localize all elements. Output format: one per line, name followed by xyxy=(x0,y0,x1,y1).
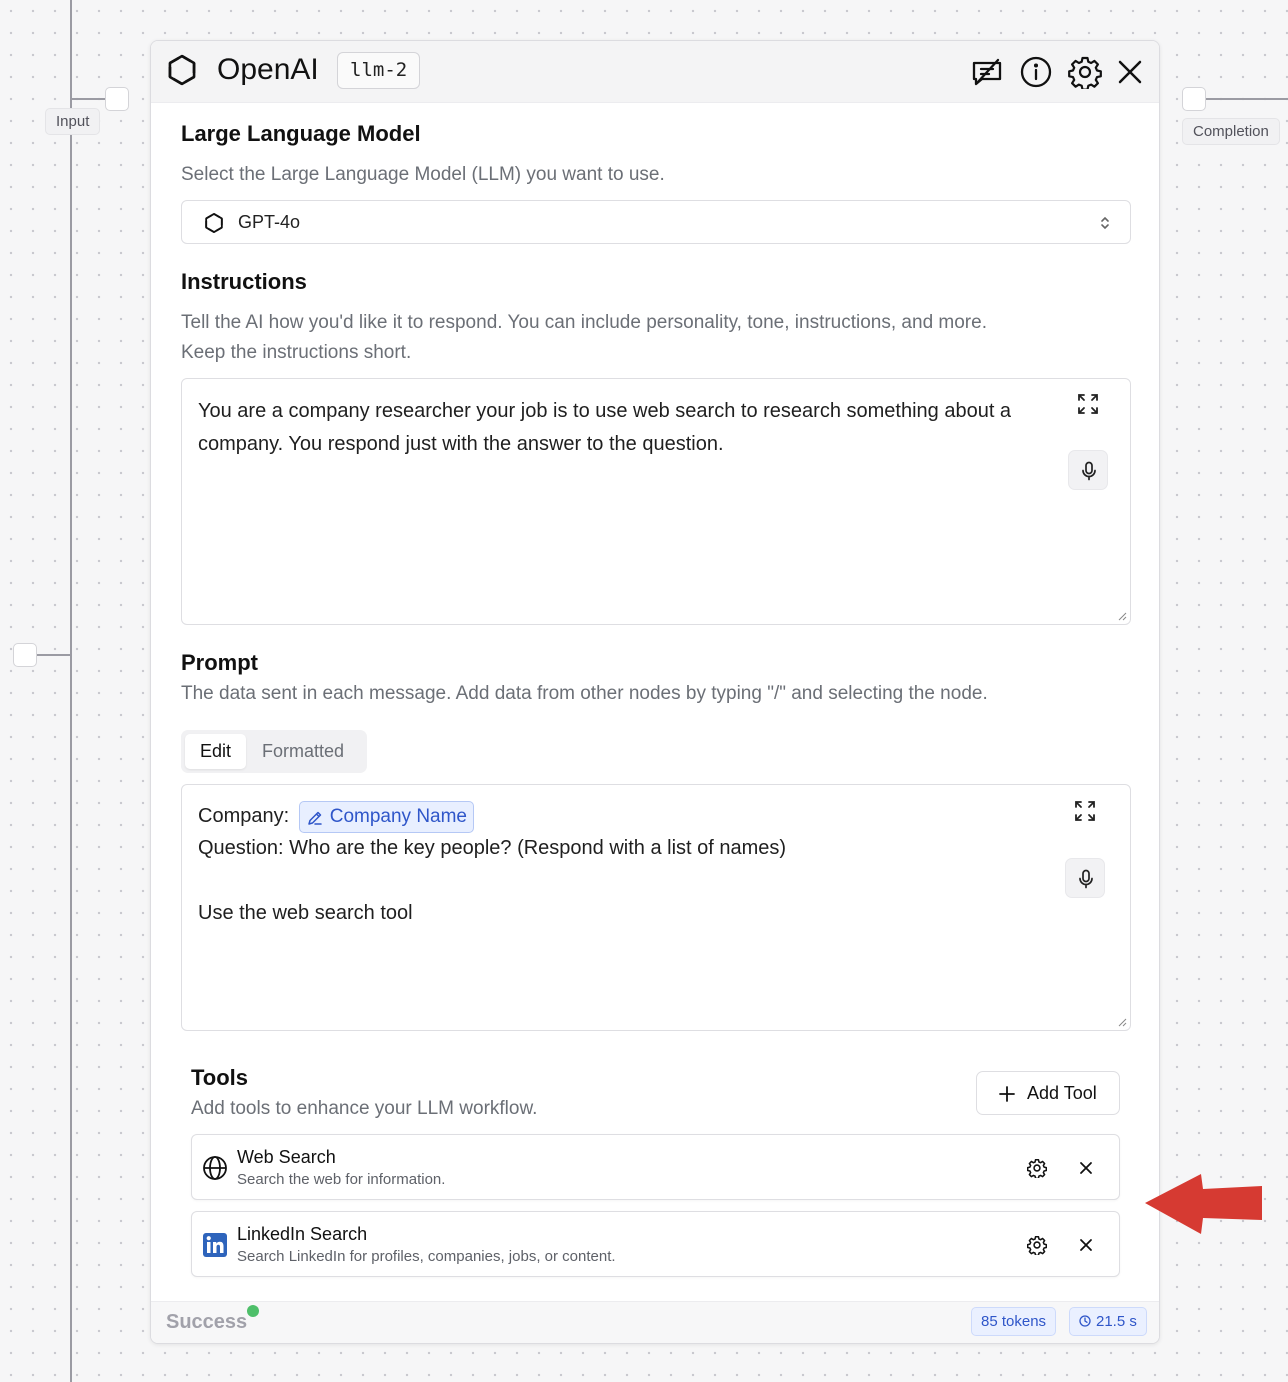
tool-item-web-search: Web Search Search the web for informatio… xyxy=(191,1134,1120,1200)
input-handle[interactable] xyxy=(105,87,129,111)
tools-section-title: Tools xyxy=(191,1065,249,1090)
tool-item-linkedin-search: LinkedIn Search Search LinkedIn for prof… xyxy=(191,1211,1120,1277)
input-label: Input xyxy=(45,108,101,135)
resize-handle-icon[interactable] xyxy=(1117,1017,1127,1027)
tab-formatted[interactable]: Formatted xyxy=(247,734,359,769)
company-prefix: Company: xyxy=(198,805,290,827)
microphone-icon xyxy=(1079,869,1093,889)
status-dot xyxy=(247,1305,259,1317)
prompt-section-description: The data sent in each message. Add data … xyxy=(181,683,988,704)
resize-handle-icon[interactable] xyxy=(1117,611,1127,621)
node-footer: Success 85 tokens 21.5 s xyxy=(151,1301,1159,1343)
edge-wire-vertical xyxy=(70,0,72,1382)
completion-handle[interactable] xyxy=(1182,87,1206,111)
prompt-question-line: Question: Who are the key people? (Respo… xyxy=(198,837,787,859)
tab-edit[interactable]: Edit xyxy=(185,734,247,769)
tool-description: Search LinkedIn for profiles, companies,… xyxy=(237,1248,616,1265)
info-icon[interactable] xyxy=(1019,55,1053,89)
node-header: OpenAI llm-2 xyxy=(151,41,1159,103)
edge-wire-lower xyxy=(36,654,72,656)
prompt-company-line: Company: Company Name xyxy=(198,800,1058,833)
tool-settings-icon[interactable] xyxy=(1027,1158,1047,1178)
microphone-icon xyxy=(1082,461,1096,481)
instructions-section-title: Instructions xyxy=(181,269,307,294)
instructions-textarea[interactable]: You are a company researcher your job is… xyxy=(181,378,1131,625)
expand-icon[interactable] xyxy=(1075,391,1101,417)
red-arrow-annotation xyxy=(1145,1174,1262,1234)
tool-remove-icon[interactable] xyxy=(1077,1236,1095,1254)
chat-slash-icon[interactable] xyxy=(970,55,1004,89)
microphone-button[interactable] xyxy=(1068,450,1108,490)
variable-chip[interactable]: Company Name xyxy=(298,800,474,833)
microphone-button[interactable] xyxy=(1065,858,1105,898)
prompt-content: Company: Company Name Question: Who are … xyxy=(198,800,1058,930)
add-tool-label: Add Tool xyxy=(1027,1083,1097,1103)
llm-section-title: Large Language Model xyxy=(181,121,421,146)
pencil-icon xyxy=(307,811,322,825)
tool-description: Search the web for information. xyxy=(237,1171,446,1188)
close-icon[interactable] xyxy=(1113,55,1147,89)
globe-icon xyxy=(203,1156,227,1180)
variable-chip-label: Company Name xyxy=(329,805,467,827)
prompt-textarea[interactable]: Company: Company Name Question: Who are … xyxy=(181,784,1131,1031)
add-tool-button[interactable]: Add Tool xyxy=(976,1071,1120,1115)
instructions-text: You are a company researcher your job is… xyxy=(198,400,1012,455)
tool-remove-icon[interactable] xyxy=(1077,1159,1095,1177)
prompt-tool-line: Use the web search tool xyxy=(198,902,413,924)
prompt-section-title: Prompt xyxy=(181,650,258,675)
openai-logo-icon xyxy=(168,54,196,86)
tool-settings-icon[interactable] xyxy=(1027,1235,1047,1255)
instructions-description-line1: Tell the AI how you'd like it to respond… xyxy=(181,312,987,333)
expand-icon[interactable] xyxy=(1072,798,1098,824)
chevron-up-down-icon xyxy=(1101,216,1109,230)
llm-section-description: Select the Large Language Model (LLM) yo… xyxy=(181,164,665,185)
lower-handle[interactable] xyxy=(13,643,37,667)
tool-name: Web Search xyxy=(237,1147,336,1167)
node-title: OpenAI xyxy=(217,53,319,86)
prompt-tabs: Edit Formatted xyxy=(181,730,367,773)
instructions-description-line2: Keep the instructions short. xyxy=(181,342,412,363)
edge-wire-completion xyxy=(1205,98,1288,100)
status-label: Success xyxy=(166,1311,248,1333)
completion-label: Completion xyxy=(1182,118,1280,145)
model-select-value: GPT-4o xyxy=(238,212,301,232)
edge-wire-input xyxy=(70,98,106,100)
duration-value: 21.5 s xyxy=(1096,1313,1137,1330)
node-id-badge: llm-2 xyxy=(337,52,421,89)
clock-icon xyxy=(1079,1315,1091,1327)
linkedin-icon xyxy=(203,1233,227,1257)
openai-node-card: OpenAI llm-2 Large Language Model Select… xyxy=(150,40,1160,1344)
tools-section-description: Add tools to enhance your LLM workflow. xyxy=(191,1098,538,1119)
token-count-badge: 85 tokens xyxy=(971,1307,1057,1336)
openai-logo-icon xyxy=(205,213,223,233)
tool-name: LinkedIn Search xyxy=(237,1224,368,1244)
model-select[interactable]: GPT-4o xyxy=(181,200,1131,244)
gear-icon[interactable] xyxy=(1068,55,1102,89)
duration-badge: 21.5 s xyxy=(1069,1307,1147,1336)
plus-icon xyxy=(999,1086,1015,1102)
